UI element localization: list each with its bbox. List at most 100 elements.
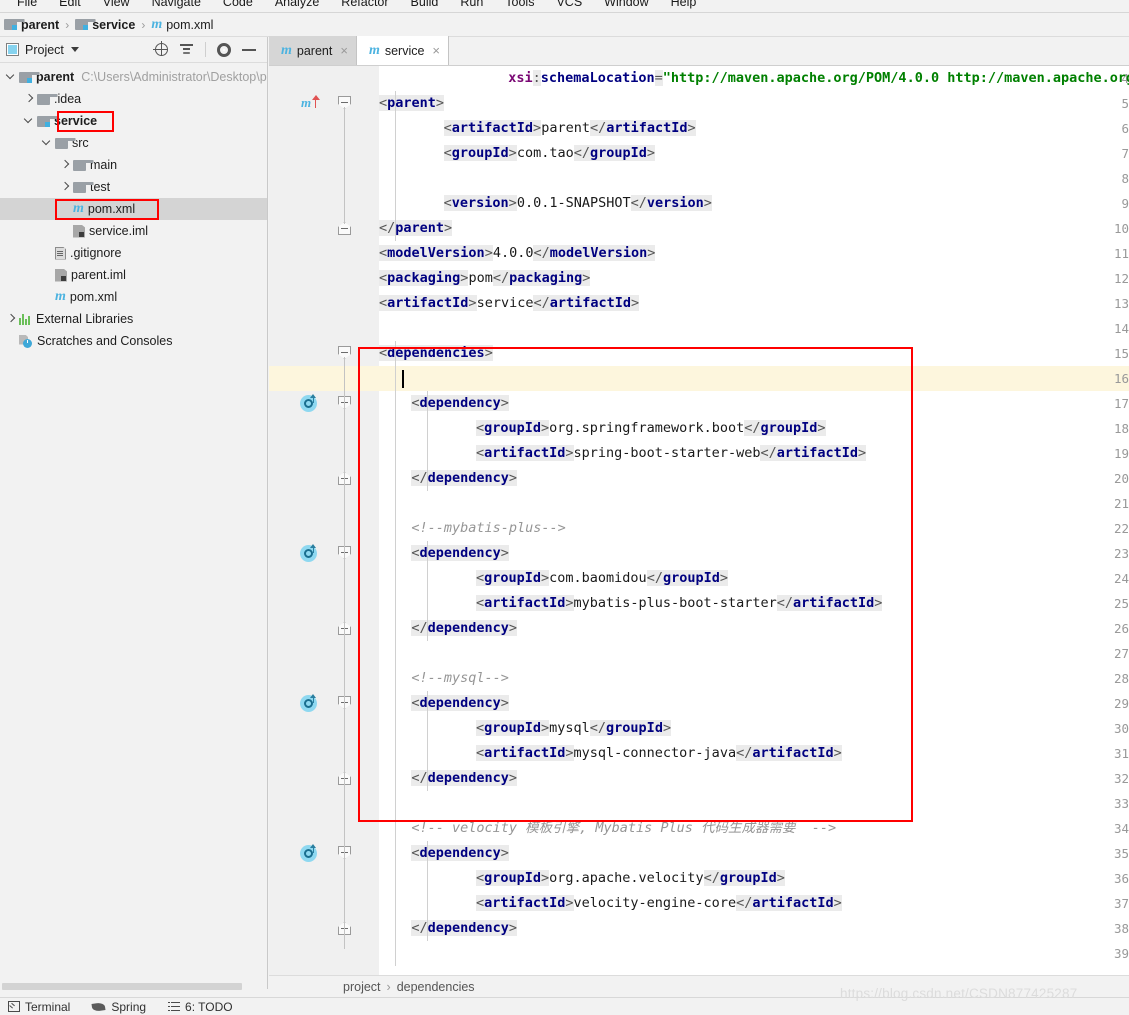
code-line[interactable]: <groupId>org.springframework.boot</group… [475, 416, 826, 441]
breadcrumb-item-pom[interactable]: m pom.xml [149, 17, 215, 32]
maven-reimport-icon[interactable] [300, 844, 317, 862]
menu-item-window[interactable]: Window [593, 0, 659, 10]
tree-node--idea[interactable]: .idea [0, 88, 267, 110]
twisty-down-icon[interactable] [40, 136, 54, 150]
menu-item-view[interactable]: View [92, 0, 141, 10]
project-panel-horizontal-scrollbar[interactable] [0, 982, 256, 991]
code-line[interactable]: <groupId>org.apache.velocity</groupId> [475, 866, 785, 891]
menu-item-analyze[interactable]: Analyze [264, 0, 330, 10]
bottom-breadcrumb-item[interactable]: dependencies [397, 980, 475, 994]
tree-node-pom-xml[interactable]: m pom.xml [0, 286, 267, 308]
tree-node-src[interactable]: src [0, 132, 267, 154]
code-line[interactable]: xsi:schemaLocation="http://maven.apache.… [508, 66, 1129, 91]
code-line[interactable]: <packaging>pom</packaging> [379, 266, 591, 291]
menu-item-code[interactable]: Code [212, 0, 264, 10]
code-token-val: spring-boot-starter-web [573, 445, 761, 461]
twisty-right-icon[interactable] [58, 180, 72, 194]
tree-node-service-iml[interactable]: service.iml [0, 220, 267, 242]
line-number: 9 [1121, 196, 1129, 211]
code-line[interactable]: <dependencies> [379, 341, 493, 366]
breadcrumb-label: service [92, 17, 136, 32]
code-line[interactable]: <dependency> [411, 391, 509, 416]
twisty-down-icon[interactable] [22, 114, 36, 128]
close-icon[interactable]: × [432, 43, 440, 58]
maven-reimport-icon[interactable] [300, 394, 317, 412]
code-token-bracket: > [565, 745, 574, 761]
editor-tab-label: service [384, 43, 425, 58]
statusbar-terminal-button[interactable]: Terminal [8, 1000, 70, 1014]
twisty-right-icon[interactable] [22, 92, 36, 106]
code-line[interactable]: <groupId>com.baomidou</groupId> [475, 566, 728, 591]
menu-item-run[interactable]: Run [449, 0, 494, 10]
breadcrumb-item-service[interactable]: service [73, 18, 137, 32]
code-line[interactable]: <artifactId>service</artifactId> [379, 291, 640, 316]
code-token-bracket: </ [379, 220, 396, 236]
code-line[interactable]: <groupId>com.tao</groupId> [443, 141, 656, 166]
maven-reimport-icon[interactable] [300, 544, 317, 562]
statusbar-spring-button[interactable]: Spring [92, 1000, 146, 1014]
code-token-tag: packaging [509, 270, 583, 286]
twisty-down-icon[interactable] [4, 70, 18, 84]
menu-item-refactor[interactable]: Refactor [330, 0, 399, 10]
menu-item-edit[interactable]: Edit [48, 0, 92, 10]
maven-m-icon[interactable]: m [301, 95, 311, 111]
code-editor[interactable]: 4 5 6 7 8 9 10 11 12 13 14 15 16 17 18 19 20 21 22 23 24 25 26… [269, 66, 1129, 989]
menu-item-build[interactable]: Build [400, 0, 450, 10]
code-line[interactable]: <dependency> [411, 691, 509, 716]
close-icon[interactable]: × [340, 43, 348, 58]
module-folder-icon [75, 19, 97, 30]
tree-node--gitignore[interactable]: .gitignore [0, 242, 267, 264]
fold-region-line [344, 707, 345, 774]
twisty-right-icon[interactable] [58, 158, 72, 172]
code-line[interactable]: <artifactId>mybatis-plus-boot-starter</a… [475, 591, 883, 616]
menu-item-tools[interactable]: Tools [494, 0, 545, 10]
code-token-bracket: > [776, 870, 785, 886]
tree-node-test[interactable]: test [0, 176, 267, 198]
statusbar-todo-button[interactable]: 6: TODO [168, 1000, 233, 1014]
code-line[interactable]: <version>0.0.1-SNAPSHOT</version> [443, 191, 712, 216]
tree-node-main[interactable]: main [0, 154, 267, 176]
twisty-right-icon[interactable] [4, 312, 18, 326]
code-line[interactable]: <artifactId>spring-boot-starter-web</art… [475, 441, 867, 466]
code-line[interactable]: <artifactId>mysql-connector-java</artifa… [475, 741, 842, 766]
menu-item-file[interactable]: File [6, 0, 48, 10]
menu-item-help[interactable]: Help [660, 0, 708, 10]
code-line[interactable]: <modelVersion>4.0.0</modelVersion> [379, 241, 656, 266]
hide-icon[interactable] [242, 42, 257, 57]
tree-node-scratches-and-consoles[interactable]: Scratches and Consoles [0, 330, 267, 352]
tree-node-pom-xml[interactable]: m pom.xml [0, 198, 267, 220]
code-line[interactable]: <!--mybatis-plus--> [411, 516, 565, 541]
breadcrumb-item-parent[interactable]: parent [2, 18, 61, 32]
tree-node-parent-iml[interactable]: parent.iml [0, 264, 267, 286]
chevron-down-icon[interactable] [70, 47, 79, 52]
code-token-bracket: > [468, 295, 477, 311]
editor-tab-service[interactable]: m service × [356, 36, 450, 65]
code-line[interactable]: </parent> [379, 216, 453, 241]
scrollbar-thumb[interactable] [2, 983, 242, 990]
code-token-bracket: </ [736, 745, 753, 761]
code-line[interactable]: <artifactId>velocity-engine-core</artifa… [475, 891, 842, 916]
menu-item-vcs[interactable]: VCS [545, 0, 593, 10]
code-line[interactable]: <dependency> [411, 841, 509, 866]
code-token-bracket: > [565, 595, 574, 611]
bottom-breadcrumb-item[interactable]: project [343, 980, 381, 994]
code-line[interactable]: <!-- velocity 模板引擎, Mybatis Plus 代码生成器需要… [411, 816, 836, 841]
code-token-bracket: > [833, 895, 842, 911]
code-line[interactable]: <dependency> [411, 541, 509, 566]
code-line[interactable]: <!--mysql--> [411, 666, 509, 691]
code-line[interactable]: <parent> [379, 91, 445, 116]
line-number: 22 [1113, 521, 1129, 536]
code-line[interactable]: <artifactId>parent</artifactId> [443, 116, 696, 141]
maven-reimport-icon[interactable] [300, 694, 317, 712]
tree-node-external-libraries[interactable]: External Libraries [0, 308, 267, 330]
settings-gear-icon[interactable] [217, 42, 231, 57]
code-token-bracket: < [475, 570, 485, 586]
locate-icon[interactable] [153, 41, 168, 56]
collapse-all-icon[interactable] [179, 42, 194, 57]
tree-node-service[interactable]: service [0, 110, 267, 132]
code-line[interactable]: <groupId>mysql</groupId> [475, 716, 672, 741]
menu-item-navigate[interactable]: Navigate [141, 0, 212, 10]
navigate-to-parent-icon[interactable] [311, 94, 320, 108]
editor-tab-parent[interactable]: m parent × [269, 36, 357, 65]
tree-node-parent[interactable]: parent C:\Users\Administrator\Desktop\pa [0, 66, 267, 88]
